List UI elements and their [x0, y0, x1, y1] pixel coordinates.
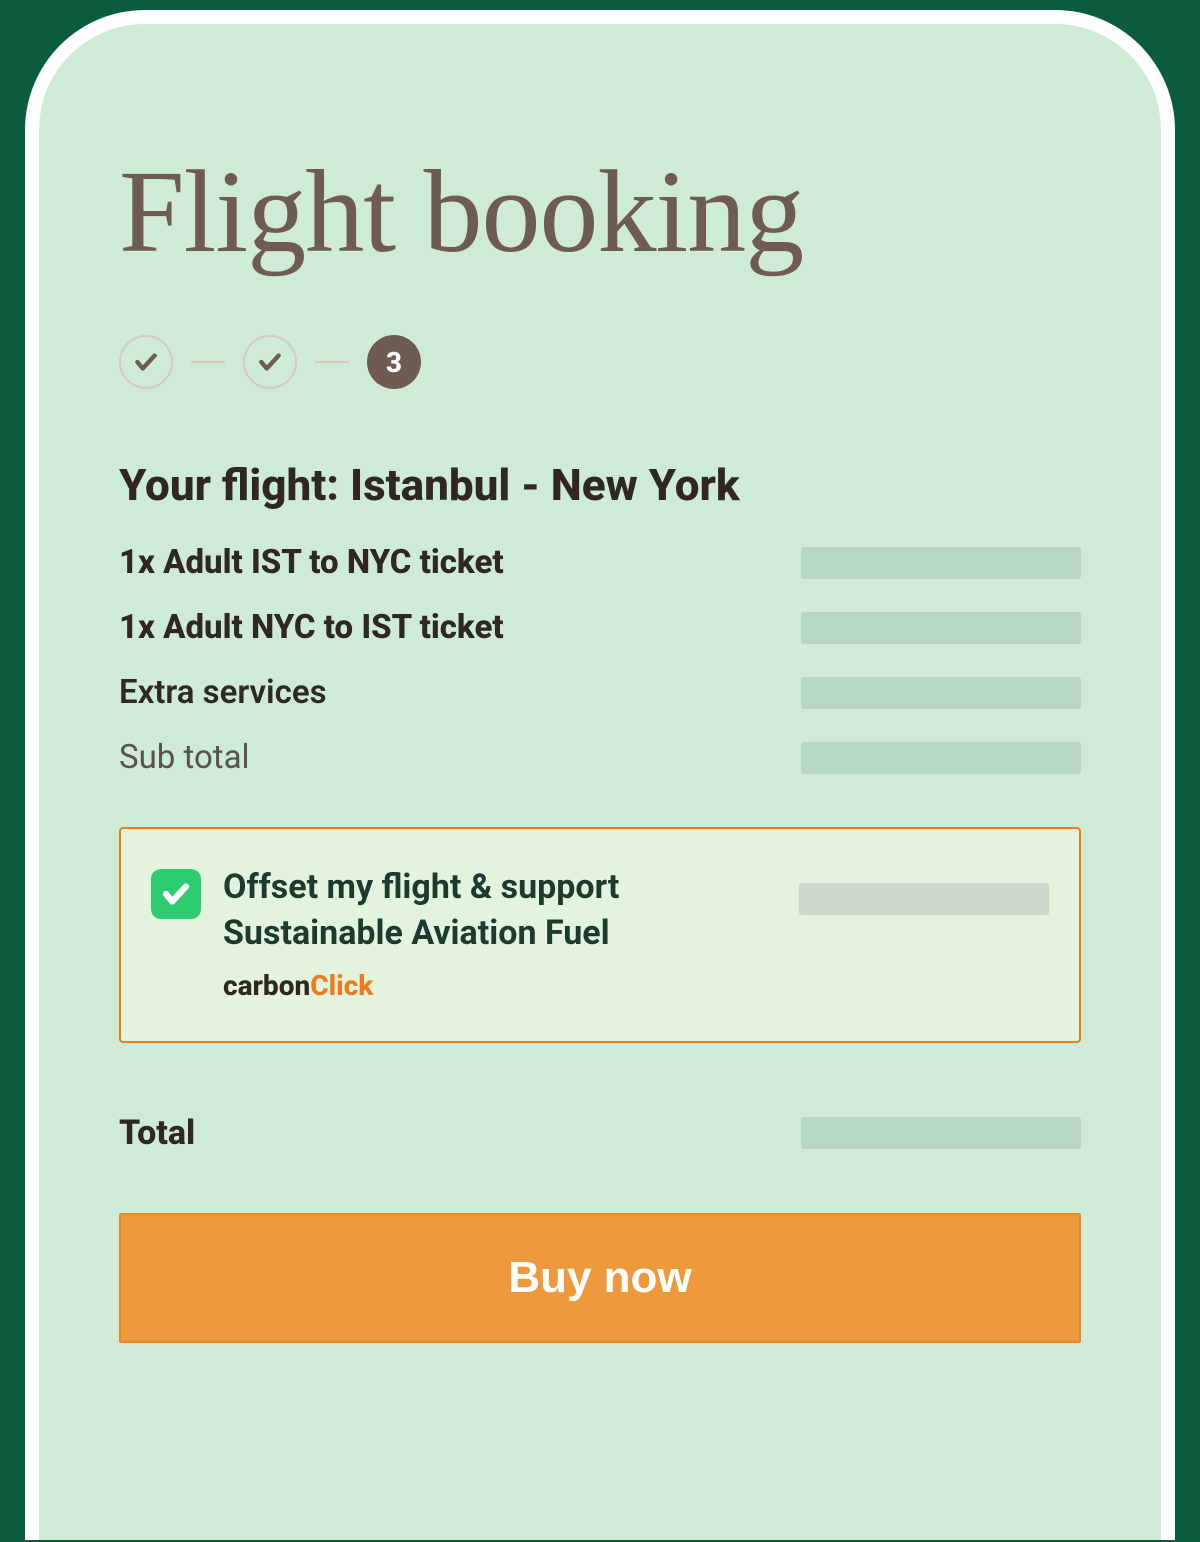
total-label: Total — [119, 1113, 195, 1153]
line-item: Extra services — [119, 673, 1081, 712]
check-icon — [133, 349, 159, 375]
line-item-label: 1x Adult IST to NYC ticket — [119, 543, 504, 582]
progress-stepper: 3 — [119, 335, 1081, 389]
price-placeholder — [801, 612, 1081, 644]
price-placeholder — [801, 677, 1081, 709]
carbonclick-logo: carbonClick — [223, 967, 777, 1005]
step-2-done — [243, 335, 297, 389]
total-price-placeholder — [801, 1117, 1081, 1149]
step-3-current: 3 — [367, 335, 421, 389]
price-placeholder — [801, 742, 1081, 774]
flight-route: Your flight: Istanbul - New York — [119, 459, 1081, 511]
check-icon — [257, 349, 283, 375]
line-item: 1x Adult IST to NYC ticket — [119, 543, 1081, 582]
offset-option[interactable]: Offset my flight & support Sustainable A… — [119, 827, 1081, 1043]
brand-part1: carbon — [223, 969, 310, 1002]
step-connector — [315, 361, 349, 363]
check-icon — [161, 879, 191, 909]
line-item-label: 1x Adult NYC to IST ticket — [119, 608, 504, 647]
offset-description: Offset my flight & support Sustainable A… — [223, 865, 777, 957]
step-number: 3 — [386, 346, 402, 379]
brand-part2: Click — [310, 969, 373, 1002]
price-placeholder — [801, 547, 1081, 579]
step-1-done — [119, 335, 173, 389]
total-row: Total — [119, 1113, 1081, 1153]
line-item: 1x Adult NYC to IST ticket — [119, 608, 1081, 647]
step-connector — [191, 361, 225, 363]
page-title: Flight booking — [119, 144, 1081, 280]
buy-now-button[interactable]: Buy now — [119, 1213, 1081, 1343]
line-item: Sub total — [119, 738, 1081, 777]
booking-panel: Flight booking 3 Your flight: Istanbul -… — [25, 10, 1175, 1540]
line-item-label: Sub total — [119, 738, 250, 777]
offset-checkbox[interactable] — [151, 869, 201, 919]
offset-price-placeholder — [799, 883, 1049, 915]
offset-text-block: Offset my flight & support Sustainable A… — [223, 865, 777, 1005]
line-item-label: Extra services — [119, 673, 327, 712]
